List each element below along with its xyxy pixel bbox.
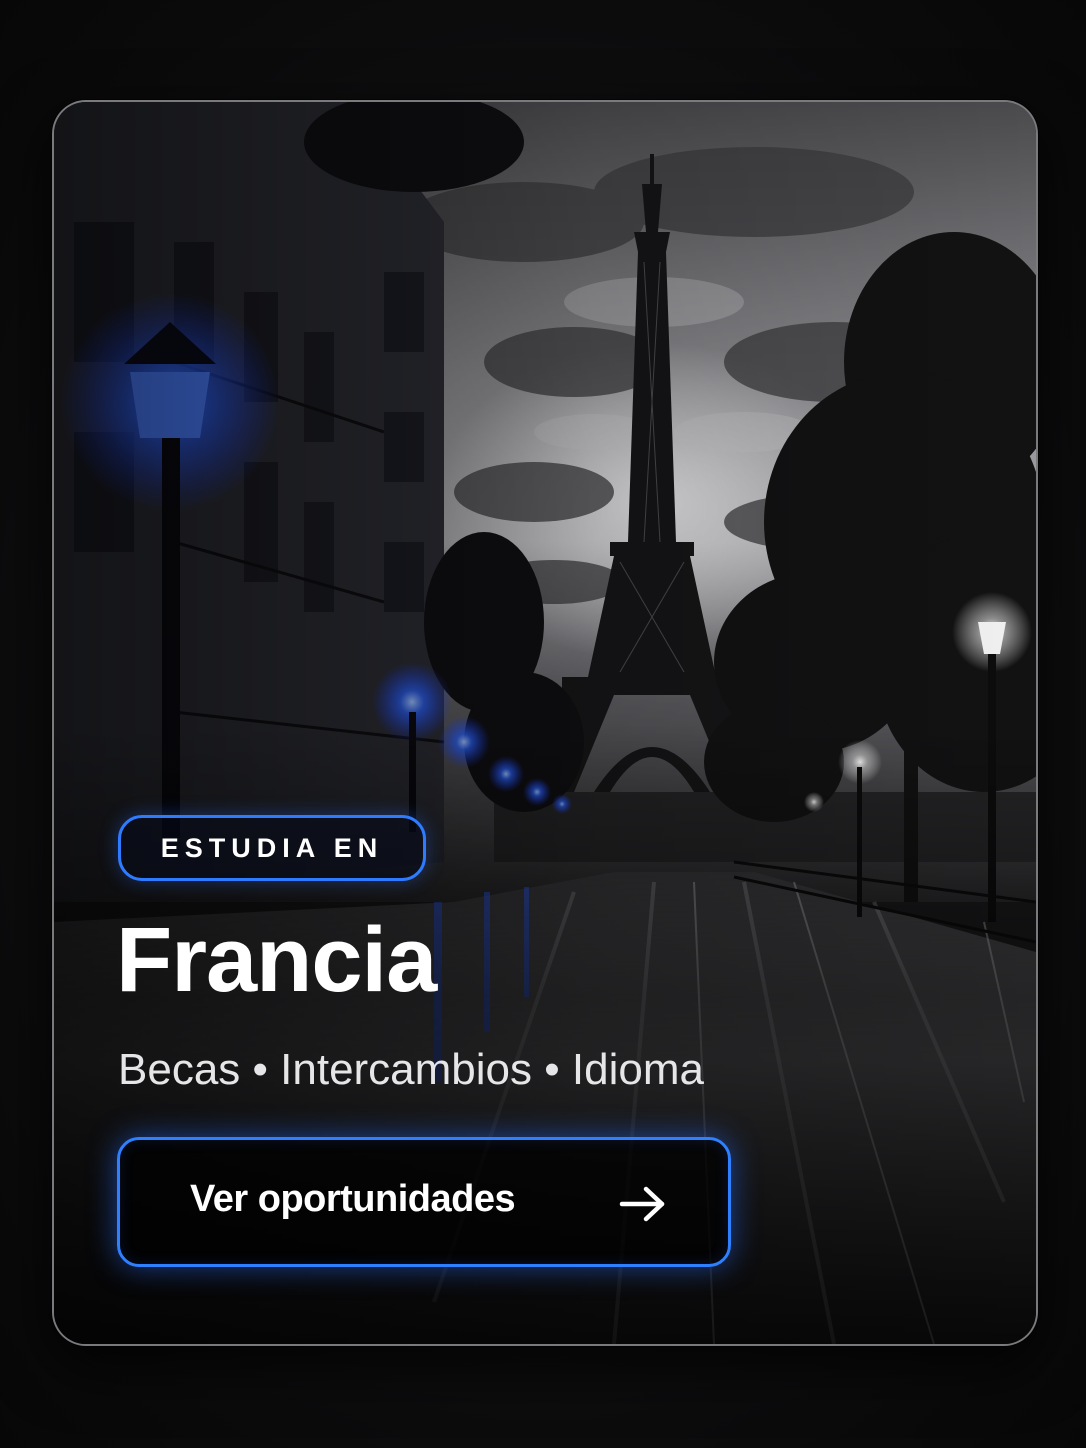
cta-label: Ver oportunidades [190, 1178, 516, 1220]
badge-label: ESTUDIA EN [160, 832, 384, 863]
arrow-right-icon [619, 1186, 665, 1222]
view-opportunities-button[interactable]: Ver oportunidades [117, 1137, 731, 1267]
country-badge: ESTUDIA EN [118, 815, 426, 881]
program-types-subtitle: Becas • Intercambios • Idioma [118, 1045, 704, 1094]
promo-card: ESTUDIA EN Francia Becas • Intercambios … [52, 100, 1038, 1346]
country-title: Francia [116, 909, 437, 1011]
